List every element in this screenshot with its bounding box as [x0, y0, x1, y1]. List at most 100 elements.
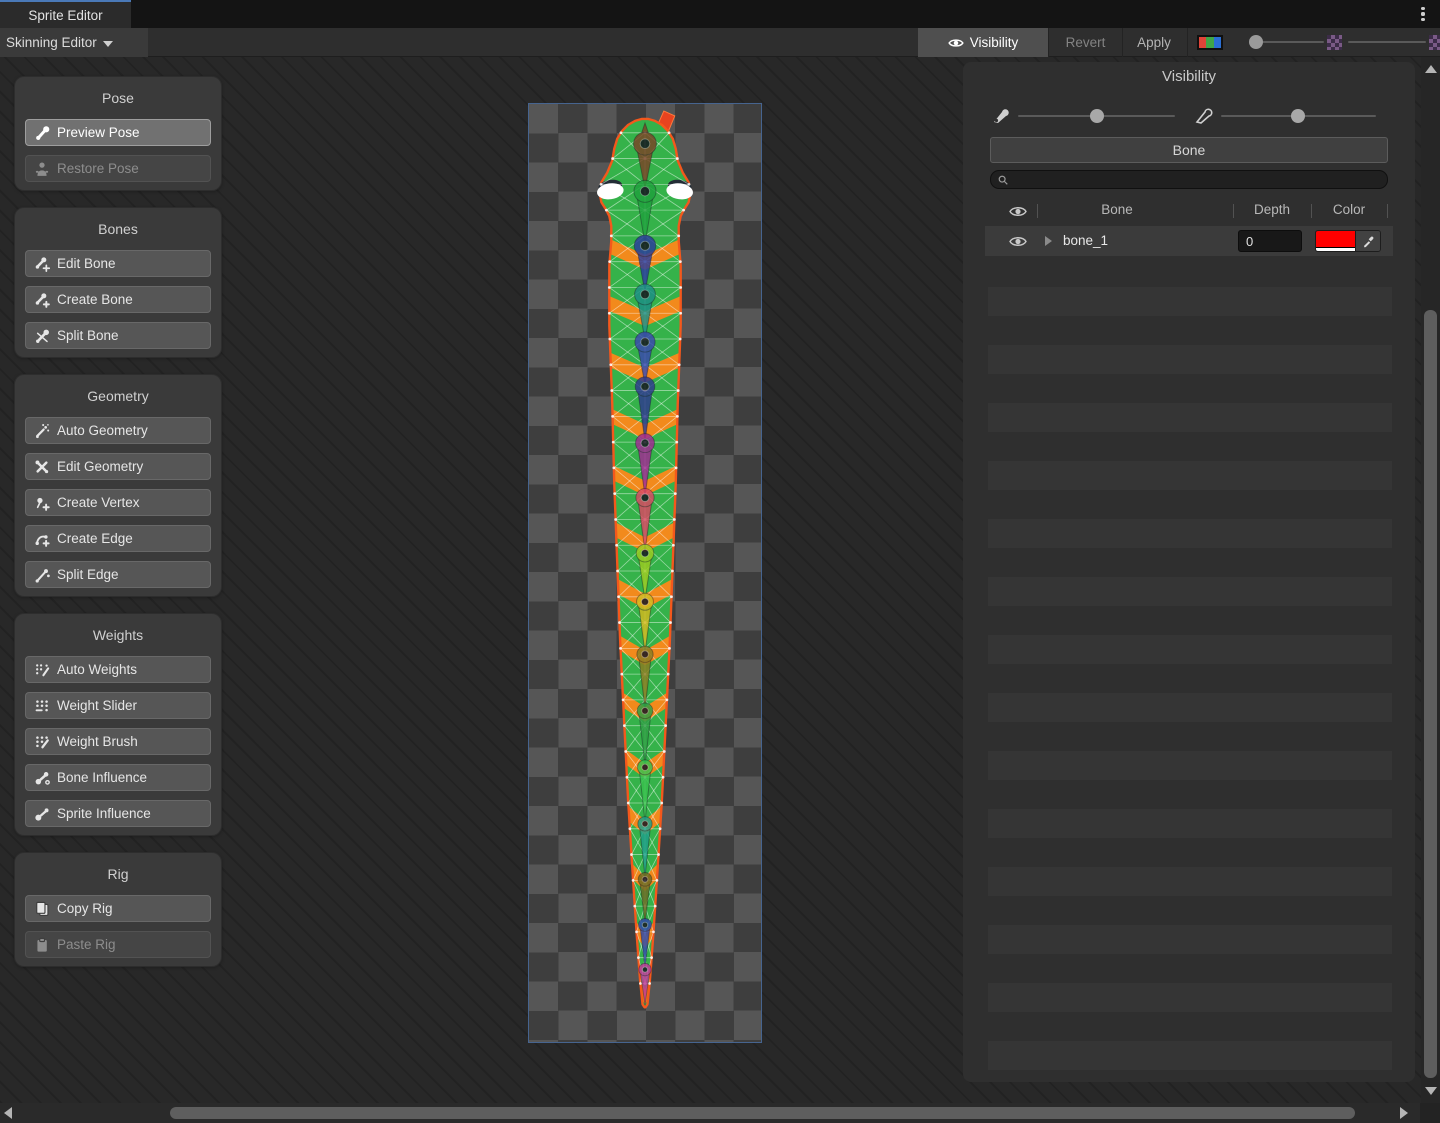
bone-joint[interactable] — [642, 967, 647, 972]
bone-joint[interactable] — [642, 708, 649, 715]
bone-joint[interactable] — [641, 549, 648, 556]
tool-group-geometry: GeometryAuto GeometryEdit GeometryCreate… — [14, 374, 222, 597]
scroll-right-arrow[interactable] — [1400, 1107, 1408, 1119]
tool-button-label: Restore Pose — [57, 161, 139, 176]
bone-joint[interactable] — [642, 922, 647, 927]
split-bone-button[interactable]: Split Bone — [25, 322, 211, 349]
split-edge-icon — [34, 567, 50, 583]
sprite-influence-button[interactable]: Sprite Influence — [25, 800, 211, 827]
bone-tab[interactable]: Bone — [990, 137, 1388, 163]
mesh-opacity-icon — [1194, 105, 1214, 125]
split-edge-button[interactable]: Split Edge — [25, 561, 211, 588]
tool-button-label: Edit Geometry — [57, 459, 143, 474]
copy-rig-icon — [34, 901, 50, 917]
visibility-panel: Visibility Bone — [963, 62, 1415, 1082]
empty-bone-row — [988, 287, 1392, 316]
bone-opacity-icon — [991, 105, 1011, 125]
tool-group-title: Rig — [15, 859, 221, 889]
restore-pose-button[interactable]: Restore Pose — [25, 155, 211, 182]
bone-joint[interactable] — [642, 651, 649, 658]
visibility-toggle-button[interactable]: Visibility — [918, 28, 1048, 57]
bone-joint[interactable] — [642, 821, 648, 827]
toolbar-separator — [1187, 28, 1188, 57]
skinning-editor-dropdown[interactable]: Skinning Editor — [0, 28, 148, 57]
weight-slider-button[interactable]: Weight Slider — [25, 692, 211, 719]
apply-button[interactable]: Apply — [1123, 28, 1185, 57]
scroll-up-arrow[interactable] — [1425, 65, 1437, 73]
transparency-checker-icon — [1429, 35, 1440, 50]
weights-opacity-slider[interactable] — [1348, 41, 1426, 43]
search-input[interactable] — [1009, 173, 1379, 187]
eye-icon — [948, 35, 964, 51]
tool-group-rig: Rig Copy Rig Paste Rig — [14, 852, 222, 967]
bone-joint[interactable] — [641, 598, 648, 605]
paste-rig-button[interactable]: Paste Rig — [25, 931, 211, 958]
split-bone-icon — [34, 328, 50, 344]
kebab-menu-icon[interactable] — [1416, 4, 1430, 24]
empty-bone-row — [988, 345, 1392, 374]
tool-button-label: Weight Slider — [57, 698, 137, 713]
empty-bone-row — [988, 1070, 1392, 1077]
visibility-panel-title: Visibility — [963, 68, 1415, 85]
auto-weights-icon — [34, 662, 50, 678]
eye-column-icon — [1009, 205, 1027, 218]
bone-joint[interactable] — [641, 439, 649, 447]
empty-bone-row — [988, 403, 1392, 432]
bone-opacity-slider-knob[interactable] — [1090, 109, 1104, 123]
tool-button-label: Auto Weights — [57, 662, 137, 677]
bone-name-label: bone_1 — [1063, 233, 1108, 248]
tab-bar: Sprite Editor — [0, 0, 1440, 28]
bone-table-row[interactable]: bone_1 — [985, 226, 1393, 256]
scroll-left-arrow[interactable] — [4, 1107, 12, 1119]
bone-joint[interactable] — [640, 241, 649, 250]
empty-bone-row — [988, 461, 1392, 490]
edit-bone-button[interactable]: Edit Bone — [25, 250, 211, 277]
create-edge-button[interactable]: Create Edge — [25, 525, 211, 552]
bone-joint[interactable] — [640, 139, 650, 149]
create-vertex-button[interactable]: Create Vertex — [25, 489, 211, 516]
bone-joint[interactable] — [641, 338, 649, 346]
bone-joint[interactable] — [642, 764, 648, 770]
copy-rig-button[interactable]: Copy Rig — [25, 895, 211, 922]
sprite-canvas[interactable] — [528, 103, 762, 1043]
eyedropper-button[interactable] — [1355, 231, 1380, 251]
mesh-opacity-slider-knob[interactable] — [1291, 109, 1305, 123]
bone-depth-input[interactable] — [1238, 230, 1302, 252]
bone-visibility-eye-icon[interactable] — [1009, 235, 1027, 248]
bone-joint[interactable] — [640, 187, 649, 196]
bone-influence-button[interactable]: Bone Influence — [25, 764, 211, 791]
empty-bone-row — [988, 809, 1392, 838]
column-header-depth: Depth — [1235, 202, 1309, 217]
tool-button-label: Create Bone — [57, 292, 133, 307]
empty-bone-row — [988, 606, 1392, 635]
auto-geometry-button[interactable]: Auto Geometry — [25, 417, 211, 444]
bone-list-empty-rows — [988, 287, 1392, 1077]
empty-bone-row — [988, 954, 1392, 983]
auto-weights-button[interactable]: Auto Weights — [25, 656, 211, 683]
edit-geometry-button[interactable]: Edit Geometry — [25, 453, 211, 480]
bone-color-swatch[interactable] — [1316, 231, 1355, 251]
expand-triangle-icon[interactable] — [1045, 236, 1052, 246]
bone-joint[interactable] — [641, 494, 649, 502]
sprite-rgb-toggle-icon[interactable] — [1197, 35, 1223, 50]
vertical-scrollbar-thumb[interactable] — [1424, 310, 1437, 1078]
tool-group-bones: BonesEdit BoneCreate BoneSplit Bone — [14, 207, 222, 358]
preview-pose-button[interactable]: Preview Pose — [25, 119, 211, 146]
horizontal-scrollbar-thumb[interactable] — [170, 1107, 1355, 1119]
bone-joint[interactable] — [641, 383, 649, 391]
sprite-opacity-slider-knob[interactable] — [1249, 35, 1263, 49]
empty-bone-row — [988, 664, 1392, 693]
create-bone-button[interactable]: Create Bone — [25, 286, 211, 313]
tab-sprite-editor[interactable]: Sprite Editor — [0, 0, 131, 28]
empty-bone-row — [988, 548, 1392, 577]
bone-joint[interactable] — [642, 876, 648, 882]
weight-slider-icon — [34, 698, 50, 714]
bone-joint[interactable] — [641, 290, 650, 299]
scroll-down-arrow[interactable] — [1425, 1087, 1437, 1095]
edit-bone-icon — [34, 256, 50, 272]
visibility-button-label: Visibility — [970, 35, 1019, 50]
empty-bone-row — [988, 722, 1392, 751]
revert-button[interactable]: Revert — [1049, 28, 1122, 57]
weight-brush-button[interactable]: Weight Brush — [25, 728, 211, 755]
eyedropper-icon — [1362, 235, 1375, 248]
